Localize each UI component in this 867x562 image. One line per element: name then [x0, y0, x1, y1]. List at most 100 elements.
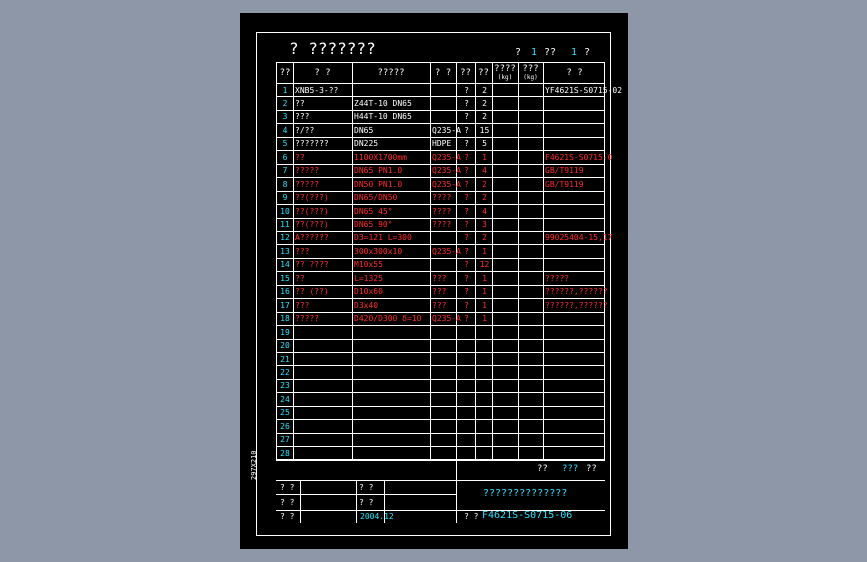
table-cell-qty: 2: [482, 98, 487, 108]
title-block-line: [456, 480, 605, 481]
table-cell-no: 7: [282, 166, 288, 176]
table-header-label: ??: [460, 68, 471, 78]
table-cell-no: 15: [280, 273, 290, 283]
title-block-label: ? ?: [359, 498, 374, 507]
table-header-label: ?????: [377, 68, 405, 78]
table-row-line: [277, 392, 604, 394]
table-cell-qty: 4: [482, 206, 487, 216]
table-cell-note: GB/T9119: [545, 179, 584, 189]
table-row-line: [277, 378, 604, 380]
title-block-divider: [456, 460, 457, 523]
table-cell-no: 17: [280, 300, 290, 310]
table-cell-no: 5: [282, 139, 288, 149]
table-cell-spec: DN65/DN50: [354, 193, 398, 203]
table-cell-spec: 300x300x10: [354, 246, 403, 256]
sheet-info-a: ?: [515, 47, 522, 58]
table-row-line: [277, 419, 604, 421]
title-block-line: [356, 480, 357, 523]
table-cell-qty: 4: [482, 166, 487, 176]
table-cell-mat: ???: [432, 287, 447, 297]
table-cell-mat: Q235-A: [432, 179, 461, 189]
table-cell-unit: ?: [464, 98, 469, 108]
sheet-info-c: ??: [544, 47, 557, 58]
table-cell-note: ??????,??????: [545, 287, 608, 297]
table-cell-spec: DN65 45°: [354, 206, 393, 216]
table-row-line: [277, 446, 604, 448]
title-block-label: ? ?: [280, 498, 295, 507]
title-block-label: ??: [586, 464, 597, 474]
table-cell-no: 11: [280, 220, 290, 229]
table-header-label: ??: [279, 68, 291, 78]
table-cell-unit: ?: [464, 273, 469, 283]
table-cell-no: 23: [280, 381, 290, 391]
title-block-top-line: [276, 460, 605, 461]
table-header-note: ? ?: [543, 68, 606, 78]
table-row-line: [277, 432, 604, 434]
table-cell-no: 20: [280, 341, 290, 351]
table-cell-spec: D420/D300 δ=10: [354, 314, 422, 324]
table-header-qty: ??: [475, 68, 492, 78]
table-cell-mat: ????: [432, 193, 452, 203]
table-cell-qty: 2: [482, 233, 487, 243]
sheet-info-d: 1: [571, 47, 578, 58]
drawing-name: ??????????????: [483, 488, 568, 499]
table-cell-code: ??(???): [295, 193, 329, 203]
table-cell-note: 99025404-15,17: [545, 233, 613, 243]
table-cell-mat: Q235-A: [432, 314, 461, 324]
table-cell-note: ??????,??????: [545, 300, 608, 310]
table-cell-no: 16: [280, 287, 290, 297]
title-block-label: ? ?: [359, 483, 374, 492]
table-header-label: ????: [494, 64, 516, 74]
table-cell-code: A??????: [295, 233, 329, 243]
table-header-mat: ? ?: [430, 68, 456, 78]
table-cell-no: 26: [280, 421, 290, 431]
table-cell-no: 21: [280, 354, 290, 364]
table-header-label: ? ?: [314, 68, 331, 78]
table-cell-qty: 1: [482, 287, 487, 297]
table-cell-code: ??: [295, 98, 305, 108]
sheet-size-label: 297X210: [250, 450, 258, 480]
table-cell-unit: ?: [464, 139, 469, 149]
table-header-label: ???: [522, 64, 539, 74]
table-row-line: [277, 325, 604, 327]
table-cell-code: ?????: [295, 179, 320, 189]
title-block-line: [276, 494, 456, 495]
table-cell-mat: Q235-A: [432, 166, 461, 176]
page-title: ? ???????: [289, 39, 376, 58]
title-block-label: ??: [537, 464, 548, 474]
table-cell-no: 9: [282, 193, 288, 203]
table-cell-qty: 2: [482, 179, 487, 189]
table-cell-no: 24: [280, 394, 290, 404]
table-cell-unit: ?: [464, 166, 469, 176]
table-cell-qty: 3: [482, 220, 487, 229]
table-header-label: ? ?: [434, 68, 452, 78]
table-cell-qty: 15: [479, 125, 490, 135]
table-cell-unit: ?: [464, 206, 469, 216]
table-header-w1: ???? (kg): [492, 64, 518, 81]
table-cell-mat: HDPE: [432, 139, 452, 149]
table-row-line: [277, 405, 604, 407]
table-cell-no: 1: [282, 85, 288, 95]
table-header-spec: ?????: [352, 68, 430, 78]
table-cell-spec: DN65: [354, 125, 374, 135]
table-header-unit: (kg): [497, 74, 513, 81]
title-block-line: [276, 480, 456, 481]
table-cell-no: 4: [282, 125, 288, 135]
table-header-label: ??: [478, 68, 489, 78]
table-row-line: [277, 352, 604, 353]
table-cell-qty: 5: [482, 139, 487, 149]
table-cell-unit: ?: [464, 300, 469, 310]
table-cell-mat: ???: [432, 273, 447, 283]
table-cell-code: ?????: [295, 314, 320, 324]
table-cell-note: ?????: [545, 273, 570, 283]
table-cell-spec: DN50 PN1.0: [354, 179, 403, 189]
table-cell-unit: ?: [464, 85, 469, 95]
table-row-line: [277, 109, 604, 111]
table-cell-no: 3: [282, 112, 288, 122]
table-header-unit: (kg): [523, 74, 538, 81]
table-cell-code: XNB5-3-??: [295, 85, 339, 95]
table-cell-qty: 1: [482, 152, 487, 162]
table-header-label: ? ?: [566, 68, 583, 78]
table-cell-spec: DN65 PN1.0: [354, 166, 403, 176]
table-cell-code: ?/??: [295, 125, 315, 135]
